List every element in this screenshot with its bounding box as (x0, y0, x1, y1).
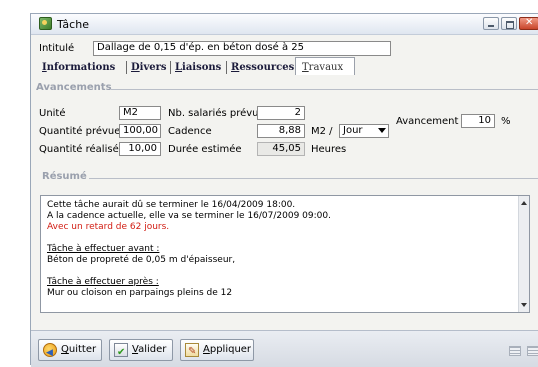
tab-divers[interactable]: Divers (131, 62, 167, 73)
quantite-prevue-label: Quantité prévue (39, 126, 121, 137)
tab-travaux[interactable]: Travaux (295, 57, 355, 75)
before-task-value: Béton de propreté de 0,05 m d'épaisseur, (47, 255, 236, 265)
cadence-unit: M2 / (311, 126, 333, 137)
avancement-unit: % (501, 116, 511, 127)
resume-section-title: Résumé (42, 171, 87, 182)
section-divider (89, 178, 538, 179)
duree-unit: Heures (311, 144, 347, 155)
scroll-up-icon[interactable] (521, 201, 527, 205)
avancements-section-title: Avancements (36, 82, 112, 93)
quantite-prevue-field[interactable]: 100,00 (119, 124, 161, 138)
cadence-period-value: Jour (343, 125, 363, 136)
valider-button[interactable]: Valider (109, 339, 173, 363)
unite-label: Unité (39, 108, 66, 119)
nb-salaries-field[interactable]: 2 (257, 106, 305, 120)
avancement-field[interactable]: 10 (461, 114, 495, 128)
maximize-button[interactable] (501, 17, 517, 30)
intitule-field[interactable]: Dallage de 0,15 d'ép. en béton dosé à 25 (93, 41, 391, 56)
nb-salaries-label: Nb. salariés prévus (168, 108, 264, 119)
delay-warning: Avec un retard de 62 jours. (47, 222, 170, 232)
minimize-button[interactable] (483, 17, 499, 30)
section-divider (111, 89, 538, 90)
tab-separator (170, 61, 171, 74)
before-task-heading: Tâche à effectuer avant : (47, 244, 160, 254)
checkmark-icon (114, 343, 128, 363)
resume-line: A la cadence actuelle, elle va se termin… (47, 211, 331, 221)
intitule-label: Intitulé (39, 43, 75, 54)
task-window: Tâche Intitulé Dallage de 0,15 d'ép. en … (30, 13, 538, 367)
quitter-button[interactable]: Quitter (38, 339, 102, 363)
cadence-period-dropdown[interactable]: Jour (339, 124, 389, 138)
duree-field: 45,05 (257, 142, 305, 156)
tab-separator (126, 61, 127, 74)
task-app-icon (39, 17, 52, 30)
close-button[interactable] (519, 17, 538, 30)
title-bar[interactable]: Tâche (31, 14, 538, 35)
unite-field[interactable]: M2 (119, 106, 161, 120)
back-arrow-icon (43, 343, 57, 363)
appliquer-button[interactable]: Appliquer (180, 339, 254, 362)
tab-informations[interactable]: Informations (42, 62, 115, 73)
button-bar: Quitter Valider Appliquer (31, 330, 538, 367)
cadence-field[interactable]: 8,88 (257, 124, 305, 138)
chevron-down-icon (378, 128, 386, 133)
quantite-realisee-label: Quantité réalisée (39, 144, 125, 155)
duree-label: Durée estimée (168, 144, 242, 155)
cadence-label: Cadence (168, 126, 212, 137)
tab-ressources[interactable]: Ressources (231, 62, 294, 73)
tab-liaisons[interactable]: Liaisons (175, 62, 221, 73)
apply-edit-icon (185, 342, 199, 362)
resume-memo[interactable]: Cette tâche aurait dû se terminer le 16/… (40, 195, 530, 313)
tab-separator (226, 61, 227, 74)
resume-line: Cette tâche aurait dû se terminer le 16/… (47, 200, 296, 210)
list-view-icon[interactable] (509, 346, 521, 356)
detail-view-icon[interactable] (527, 346, 538, 356)
memo-scrollbar[interactable] (518, 196, 529, 312)
window-title: Tâche (57, 18, 89, 31)
scroll-down-icon[interactable] (521, 303, 527, 307)
quantite-realisee-field[interactable]: 10,00 (119, 142, 161, 156)
avancement-label: Avancement (396, 116, 459, 127)
after-task-value: Mur ou cloison en parpaings pleins de 12 (47, 288, 233, 298)
after-task-heading: Tâche à effectuer après : (47, 277, 159, 287)
